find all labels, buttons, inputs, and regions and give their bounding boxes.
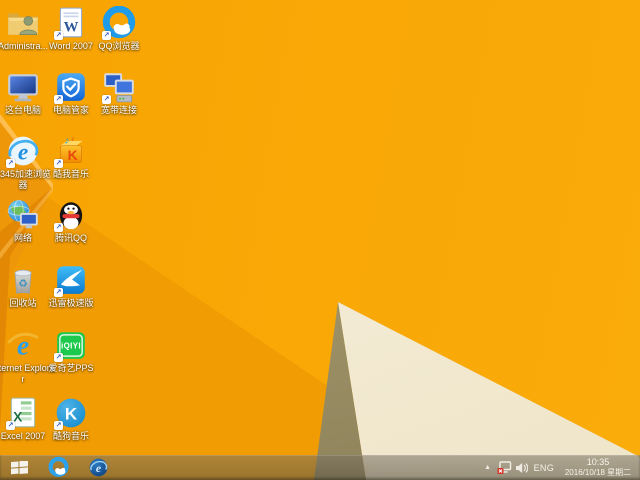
shortcut-arrow-icon: ↗: [102, 31, 111, 40]
svg-text:W: W: [64, 20, 79, 36]
user-folder-icon: [6, 6, 40, 40]
clock-date: 2016/10/18 星期二: [558, 468, 638, 478]
qq-browser-icon: [48, 457, 69, 478]
svg-text:K: K: [65, 404, 78, 423]
network-globe-icon: [6, 198, 40, 232]
start-button[interactable]: [0, 455, 38, 480]
taskbar-icon-2345-browser[interactable]: e: [78, 455, 118, 480]
show-hidden-icons-button[interactable]: ▲: [483, 464, 493, 471]
svg-text:♪: ♪: [71, 134, 75, 143]
desktop-icon-kuwo-music[interactable]: K ♪ ♪ ↗ 酷我音乐: [39, 134, 103, 180]
desktop-icon-tencent-qq[interactable]: ↗ 腾讯QQ: [39, 198, 103, 244]
svg-text:♪: ♪: [65, 136, 70, 147]
desktop-icon-label: 腾讯QQ: [39, 233, 103, 244]
desktop-icon-label: 酷狗音乐: [39, 431, 103, 442]
broadband-connection-icon: ↗: [102, 70, 136, 104]
shortcut-arrow-icon: ↗: [54, 31, 63, 40]
desktop-icon-broadband[interactable]: ↗ 宽带连接: [87, 70, 151, 116]
taskbar-icon-qq-browser[interactable]: [38, 455, 78, 480]
xunlei-bird-icon: ↗: [54, 263, 88, 297]
shield-check-icon: ↗: [54, 70, 88, 104]
kugou-music-icon: K ↗: [54, 396, 88, 430]
taskbar-clock[interactable]: 10:35 2016/10/18 星期二: [558, 458, 640, 477]
desktop-icon-label: 迅雷极速版: [39, 298, 103, 309]
svg-text:e: e: [95, 461, 100, 475]
language-indicator[interactable]: ENG: [534, 463, 554, 473]
shortcut-arrow-icon: ↗: [6, 159, 15, 168]
network-disconnected-icon[interactable]: [497, 461, 512, 474]
desktop-icon-label: 爱奇艺PPS: [39, 363, 103, 374]
shortcut-arrow-icon: ↗: [102, 95, 111, 104]
iqiyi-icon: iQIYI ↗: [54, 328, 88, 362]
2345-browser-e-icon: e ↗: [6, 134, 40, 168]
internet-explorer-icon: e: [6, 328, 40, 362]
desktop-icon-label: QQ浏览器: [87, 41, 151, 52]
word-document-icon: W ↗: [54, 6, 88, 40]
taskbar: e ▲ ENG: [0, 455, 640, 480]
clock-time: 10:35: [558, 458, 638, 468]
2345-browser-icon: e: [88, 457, 109, 478]
svg-text:K: K: [68, 147, 78, 163]
shortcut-arrow-icon: ↗: [54, 421, 63, 430]
svg-text:iQIYI: iQIYI: [61, 342, 81, 351]
windows-start-icon: [11, 461, 28, 475]
desktop-icon-label: 酷我音乐: [39, 169, 103, 180]
desktop-icon-qq-browser[interactable]: ↗ QQ浏览器: [87, 6, 151, 52]
system-tray: ▲ ENG 10:35 2016/10/18 星期二: [483, 455, 640, 480]
shortcut-arrow-icon: ↗: [6, 421, 15, 430]
shortcut-arrow-icon: ↗: [54, 353, 63, 362]
shortcut-arrow-icon: ↗: [54, 95, 63, 104]
kuwo-music-box-icon: K ♪ ♪ ↗: [54, 134, 88, 168]
desktop-icon-iqiyi-pps[interactable]: iQIYI ↗ 爱奇艺PPS: [39, 328, 103, 374]
shortcut-arrow-icon: ↗: [54, 288, 63, 297]
qq-penguin-icon: ↗: [54, 198, 88, 232]
shortcut-arrow-icon: ↗: [54, 159, 63, 168]
qq-browser-icon: ↗: [102, 6, 136, 40]
computer-monitor-icon: [6, 70, 40, 104]
desktop-icon-xunlei[interactable]: ↗ 迅雷极速版: [39, 263, 103, 309]
desktop-icon-label: 宽带连接: [87, 105, 151, 116]
shortcut-arrow-icon: ↗: [54, 223, 63, 232]
speaker-icon[interactable]: [515, 462, 528, 474]
desktop: Administra... W ↗ Word 2007 ↗ QQ浏览器: [0, 0, 640, 480]
recycle-bin-icon: ♻: [6, 263, 40, 297]
excel-workbook-icon: X ↗: [6, 396, 40, 430]
svg-text:♻: ♻: [18, 278, 28, 290]
desktop-icon-kugou-music[interactable]: K ↗ 酷狗音乐: [39, 396, 103, 442]
